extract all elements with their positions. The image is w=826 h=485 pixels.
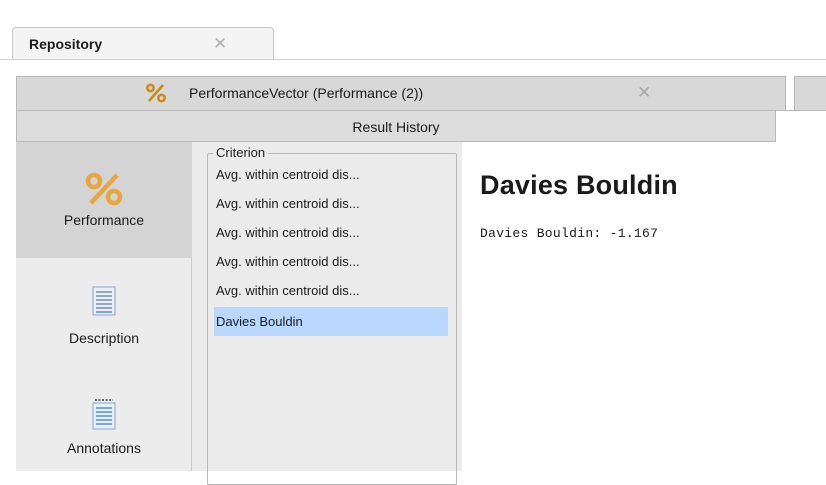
document-icon: [92, 286, 116, 319]
criterion-item[interactable]: Avg. within centroid dis...: [214, 160, 448, 189]
sidebar-item-label: Annotations: [67, 440, 141, 456]
sidebar-item-performance[interactable]: Performance: [16, 142, 192, 258]
repository-tab[interactable]: Repository ✕: [12, 27, 274, 59]
criterion-item[interactable]: Avg. within centroid dis...: [214, 276, 448, 305]
criterion-value: Davies Bouldin: -1.167: [480, 226, 659, 241]
criterion-item-selected[interactable]: Davies Bouldin: [214, 307, 448, 336]
sidebar-item-label: Performance: [63, 212, 145, 228]
percent-icon: [145, 83, 167, 108]
tab-label: Result History: [352, 119, 440, 135]
criterion-legend: Criterion: [213, 145, 269, 160]
close-icon[interactable]: ✕: [637, 83, 651, 103]
sidebar-item-label: Description: [68, 330, 140, 346]
performance-detail: Davies Bouldin Davies Bouldin: -1.167: [462, 142, 826, 471]
tab-label: PerformanceVector (Performance (2)): [189, 85, 424, 101]
view-sidebar: Performance Description Annotations: [16, 142, 192, 471]
tab-performance-vector[interactable]: PerformanceVector (Performance (2)) ✕: [16, 76, 786, 110]
repository-tab-label: Repository: [29, 36, 103, 52]
criterion-item[interactable]: Avg. within centroid dis...: [214, 247, 448, 276]
close-icon[interactable]: ✕: [213, 34, 227, 54]
tab-result-history[interactable]: Result History: [16, 110, 776, 142]
criterion-panel: Criterion Avg. within centroid dis... Av…: [192, 142, 462, 485]
criterion-item[interactable]: Avg. within centroid dis...: [214, 189, 448, 218]
sidebar-item-description[interactable]: Description: [16, 258, 192, 374]
percent-icon: [84, 172, 124, 209]
sidebar-item-annotations[interactable]: Annotations: [16, 374, 192, 471]
tab-strip-filler: [776, 110, 826, 142]
criterion-title: Davies Bouldin: [480, 170, 678, 200]
tab-overflow[interactable]: [794, 76, 826, 110]
criterion-item[interactable]: Avg. within centroid dis...: [214, 218, 448, 247]
notepad-icon: [92, 398, 116, 433]
divider: [0, 59, 826, 60]
